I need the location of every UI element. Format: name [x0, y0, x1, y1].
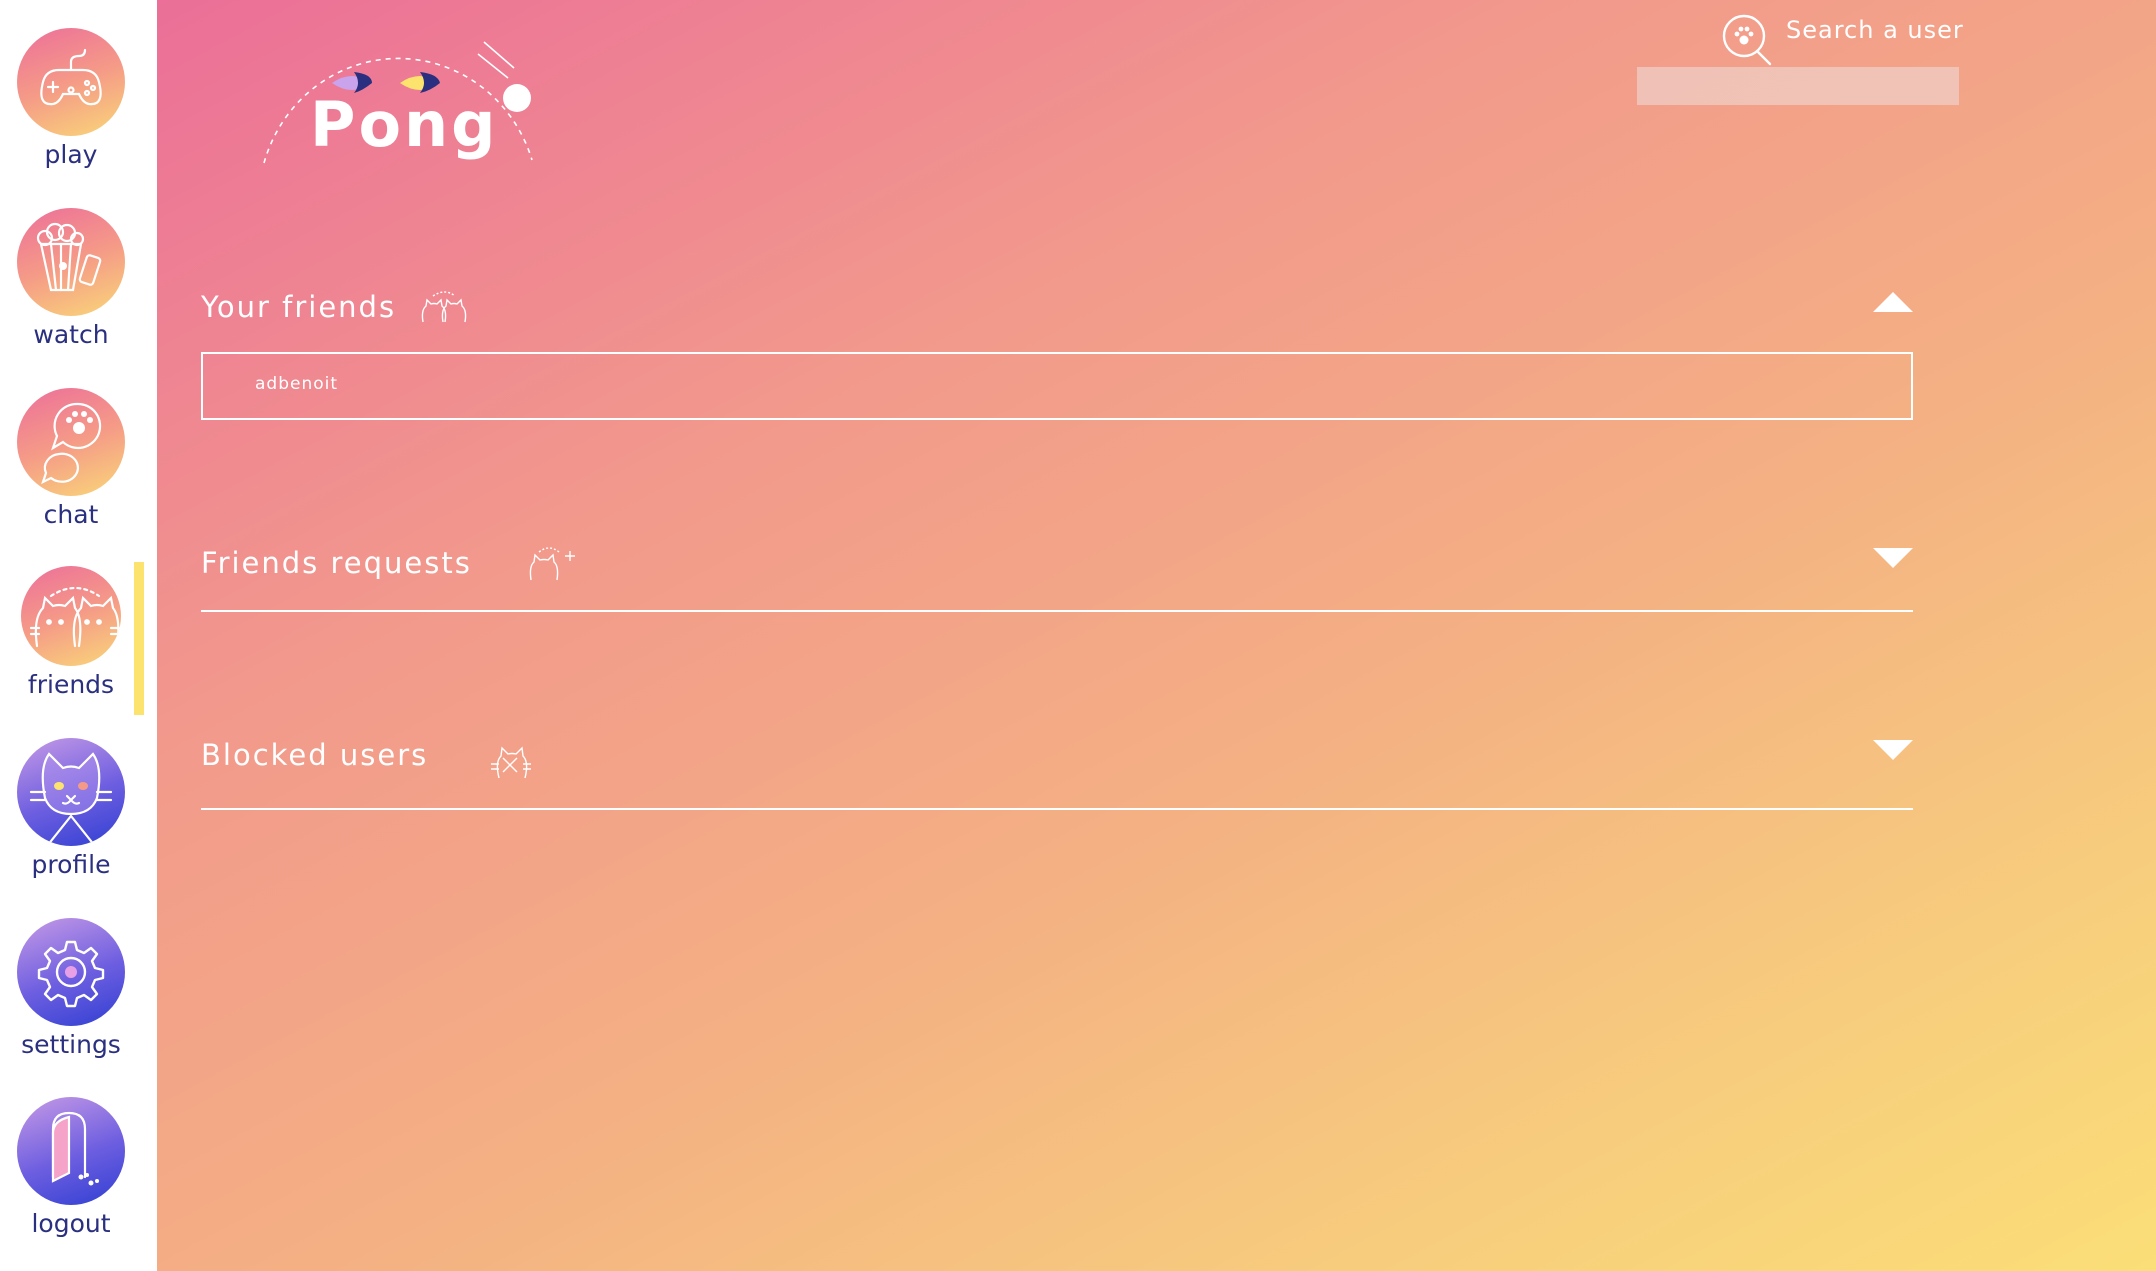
search-label: Search a user — [1786, 16, 1964, 44]
cat-face-icon — [17, 738, 125, 846]
sidebar-item-friends[interactable]: friends — [0, 566, 142, 699]
friends-list: adbenoit — [201, 352, 1913, 420]
sidebar-item-label: settings — [21, 1030, 121, 1059]
sidebar-item-settings[interactable]: settings — [0, 918, 142, 1059]
door-icon — [17, 1097, 125, 1205]
popcorn-icon — [17, 208, 125, 316]
sidebar-item-label: chat — [43, 500, 99, 529]
section-divider — [201, 610, 1913, 612]
two-cats-icon — [419, 288, 469, 332]
logo-text: Pong — [310, 88, 499, 161]
active-item-indicator — [134, 562, 144, 715]
sidebar-item-profile[interactable]: profile — [0, 738, 142, 879]
section-header-blocked[interactable]: Blocked users — [201, 738, 1913, 788]
chat-paw-icon — [17, 388, 125, 496]
sidebar-item-label: logout — [31, 1209, 111, 1238]
friend-item[interactable]: adbenoit — [255, 374, 338, 394]
expand-arrow-icon[interactable] — [1873, 740, 1913, 762]
blocked-cat-icon — [485, 734, 535, 788]
gear-icon — [17, 918, 125, 1026]
search-input[interactable] — [1637, 67, 1959, 105]
main-content: Pong Search a user Your friends adbenoit — [157, 0, 2156, 1271]
section-title: Blocked users — [201, 738, 429, 772]
add-cat-icon — [527, 542, 577, 588]
sidebar-item-label: play — [44, 140, 98, 169]
gamepad-icon — [17, 28, 125, 136]
section-title: Friends requests — [201, 546, 472, 580]
collapse-arrow-icon[interactable] — [1873, 292, 1913, 314]
section-divider — [201, 808, 1913, 810]
search-paw-icon[interactable] — [1720, 12, 1776, 68]
sidebar-item-label: watch — [33, 320, 109, 349]
expand-arrow-icon[interactable] — [1873, 548, 1913, 570]
sidebar-item-label: profile — [31, 850, 111, 879]
sidebar-item-label: friends — [27, 670, 115, 699]
section-header-friends[interactable]: Your friends — [201, 290, 1913, 340]
section-title: Your friends — [201, 290, 397, 324]
sidebar-item-chat[interactable]: chat — [0, 388, 142, 529]
two-cats-icon — [21, 566, 121, 666]
sidebar-item-play[interactable]: play — [0, 28, 142, 169]
sidebar: play watch chat friends profile settings… — [0, 0, 157, 1271]
sidebar-item-logout[interactable]: logout — [0, 1097, 142, 1238]
section-header-requests[interactable]: Friends requests — [201, 546, 1913, 596]
sidebar-item-watch[interactable]: watch — [0, 208, 142, 349]
